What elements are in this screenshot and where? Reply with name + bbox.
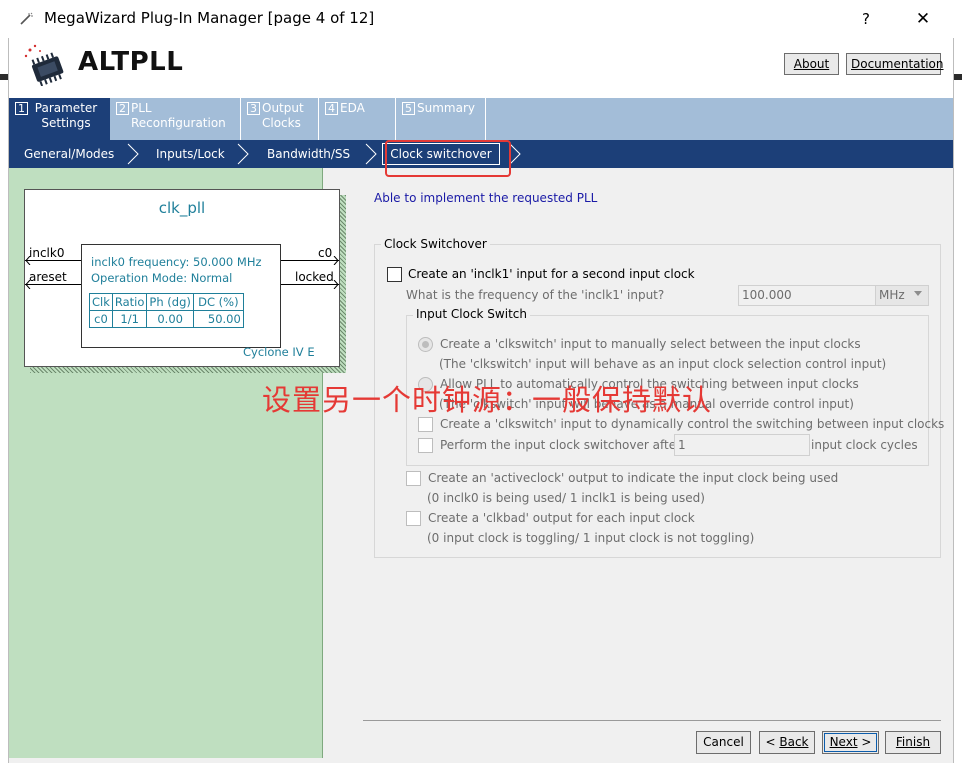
tab-pll-reconfiguration[interactable]: 2 PLL Reconfiguration xyxy=(110,98,241,140)
tab-number: 2 xyxy=(116,102,129,115)
pin-line xyxy=(281,260,339,261)
annotation-text: 设置另一个时钟源：一般保持默认 xyxy=(262,383,713,417)
next-suffix: > xyxy=(857,735,872,749)
radio-selected-dot xyxy=(422,341,429,348)
tab-number: 4 xyxy=(325,102,338,115)
clkbad-checkbox[interactable] xyxy=(406,511,421,526)
table-cell: 1/1 xyxy=(111,310,148,328)
megafunction-chip-icon xyxy=(24,44,64,86)
cycles-suffix: input clock cycles xyxy=(811,438,918,452)
inclk1-frequency-input[interactable]: 100.000 xyxy=(738,285,876,306)
table-header: Clk xyxy=(89,293,113,311)
tab-label: Parameter Settings xyxy=(34,101,98,130)
back-prefix: < xyxy=(765,735,780,749)
pin-line xyxy=(25,260,81,261)
tab-number: 1 xyxy=(15,102,28,115)
tab-number: 5 xyxy=(402,102,415,115)
manual-switch-note: (The 'clkswitch' input will behave as an… xyxy=(439,357,887,371)
switchover-after-checkbox[interactable] xyxy=(418,438,433,453)
pin-line xyxy=(25,284,81,285)
device-family: Cyclone IV E xyxy=(243,345,315,359)
tab-eda[interactable]: 4 EDA xyxy=(319,98,396,140)
tab-output-clocks[interactable]: 3 Output Clocks xyxy=(241,98,319,140)
chevron-right-icon xyxy=(127,143,139,165)
chevron-right-icon xyxy=(365,143,377,165)
group-title: Clock Switchover xyxy=(381,237,490,251)
highlight-box xyxy=(385,140,511,177)
about-button[interactable]: About xyxy=(784,53,839,75)
pin-line xyxy=(281,284,339,285)
clkbad-label: Create a 'clkbad' output for each input … xyxy=(428,511,695,525)
back-button[interactable]: < Back xyxy=(759,731,815,754)
port-areset: areset xyxy=(29,270,67,284)
status-message: Able to implement the requested PLL xyxy=(374,191,598,205)
wand-icon xyxy=(20,12,33,25)
dropdown-arrow-icon xyxy=(914,291,922,296)
pin-arrow-icon xyxy=(25,256,31,265)
documentation-button[interactable]: Documentation xyxy=(846,53,944,75)
port-c0: c0 xyxy=(318,246,333,260)
finish-button[interactable]: Finish xyxy=(885,731,941,754)
manual-switch-radio[interactable] xyxy=(418,337,433,352)
tab-label: EDA xyxy=(340,101,365,115)
subtab-inputs-lock[interactable]: Inputs/Lock xyxy=(156,140,225,168)
background-edge xyxy=(954,74,962,80)
port-locked: locked xyxy=(295,270,334,284)
clkbad-note: (0 input clock is toggling/ 1 input cloc… xyxy=(427,531,755,545)
switchover-after-label: Perform the input clock switchover after xyxy=(440,438,682,452)
window-title: MegaWizard Plug-In Manager [page 4 of 12… xyxy=(44,9,375,27)
tab-label: PLL Reconfiguration xyxy=(131,101,226,130)
create-inclk1-label: Create an 'inclk1' input for a second in… xyxy=(408,267,695,281)
activeclock-note: (0 inclk0 is being used/ 1 inclk1 is bei… xyxy=(427,491,705,505)
clock-table: Clk Ratio Ph (dg) DC (%) c0 1/1 0.00 50.… xyxy=(89,293,244,328)
table-cell: c0 xyxy=(89,310,113,328)
megafunction-name: ALTPLL xyxy=(78,47,184,77)
table-cell: 0.00 xyxy=(146,310,194,328)
close-button[interactable]: ✕ xyxy=(910,8,936,30)
port-inclk0: inclk0 xyxy=(29,246,65,260)
manual-switch-label: Create a 'clkswitch' input to manually s… xyxy=(440,337,861,351)
switchover-cycles-input[interactable]: 1 xyxy=(674,434,810,456)
next-label: Next xyxy=(829,735,858,749)
inclk0-frequency: inclk0 frequency: 50.000 MHz xyxy=(91,255,262,269)
table-header: Ph (dg) xyxy=(146,293,194,311)
subtab-bandwidth-ss[interactable]: Bandwidth/SS xyxy=(267,140,350,168)
symbol-name: clk_pll xyxy=(158,199,206,217)
tab-label: Output Clocks xyxy=(262,101,304,130)
table-cell: 50.00 xyxy=(192,310,244,328)
table-row: c0 1/1 0.00 50.00 xyxy=(89,310,244,328)
dynamic-switch-label: Create a 'clkswitch' input to dynamicall… xyxy=(440,417,945,431)
help-button[interactable]: ? xyxy=(855,8,877,30)
table-header: Ratio xyxy=(111,293,148,311)
back-label: Back xyxy=(779,735,809,749)
next-button[interactable]: Next > xyxy=(822,731,879,754)
chevron-right-icon xyxy=(237,143,249,165)
tab-number: 3 xyxy=(247,102,260,115)
table-header: DC (%) xyxy=(192,293,244,311)
pin-arrow-icon xyxy=(25,280,31,289)
table-header-row: Clk Ratio Ph (dg) DC (%) xyxy=(89,293,244,311)
pin-arrow-icon xyxy=(333,256,339,265)
create-inclk1-checkbox[interactable] xyxy=(387,267,402,282)
tab-summary[interactable]: 5 Summary xyxy=(396,98,486,140)
frequency-question: What is the frequency of the 'inclk1' in… xyxy=(406,288,665,302)
group-title: Input Clock Switch xyxy=(413,307,530,321)
operation-mode: Operation Mode: Normal xyxy=(91,271,233,285)
tab-parameter-settings[interactable]: 1 Parameter Settings xyxy=(9,98,110,140)
finish-label: Finish xyxy=(895,735,931,749)
subtab-general-modes[interactable]: General/Modes xyxy=(24,140,114,168)
footer-divider xyxy=(363,720,941,721)
dynamic-switch-checkbox[interactable] xyxy=(418,417,433,432)
background-edge xyxy=(0,74,8,80)
activeclock-checkbox[interactable] xyxy=(406,471,421,486)
pin-arrow-icon xyxy=(333,280,339,289)
activeclock-label: Create an 'activeclock' output to indica… xyxy=(428,471,839,485)
cancel-button[interactable]: Cancel xyxy=(696,731,751,754)
tab-label: Summary xyxy=(417,101,475,115)
